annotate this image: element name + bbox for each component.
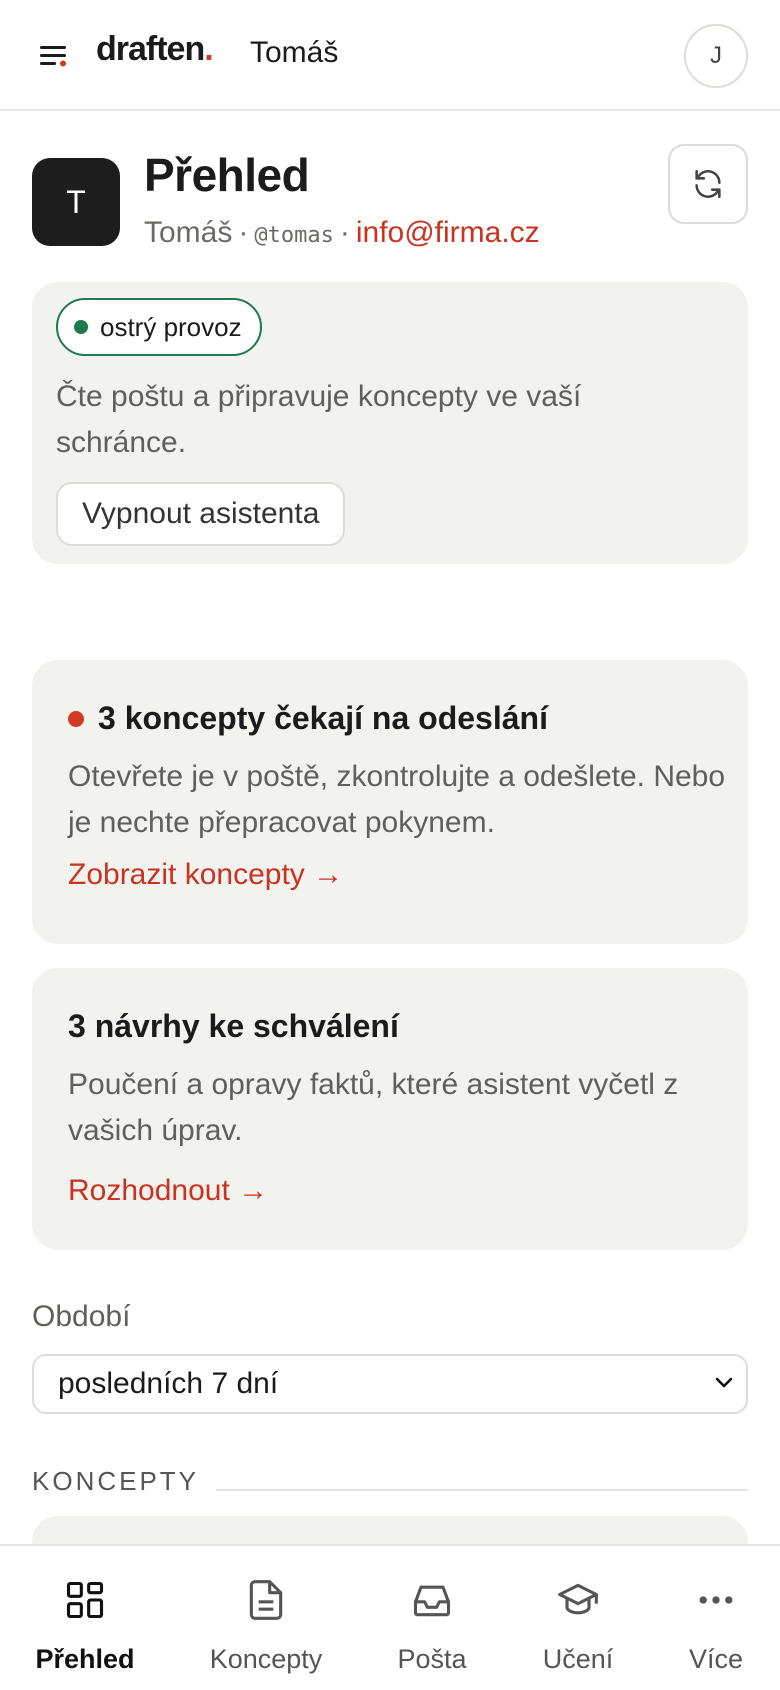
logo-dot: . (204, 30, 214, 68)
nav-label: Přehled (35, 1644, 135, 1674)
proposals-title-text: 3 návrhy ke schválení (68, 1008, 399, 1044)
separator: · (238, 216, 249, 249)
pending-drafts-card: 3 koncepty čekají na odeslání Otevřete j… (32, 660, 748, 944)
pending-drafts-title: 3 koncepty čekají na odeslání (68, 700, 548, 737)
section-divider (216, 1489, 748, 1491)
pending-drafts-description: Otevřete je v poště, zkontrolujte a odeš… (68, 760, 726, 839)
proposals-description: Poučení a opravy faktů, které asistent v… (68, 1068, 679, 1147)
period-select[interactable]: posledních 7 dní (32, 1354, 748, 1414)
inbox-icon (413, 1585, 451, 1617)
document-icon (249, 1580, 283, 1620)
nav-label: Koncepty (209, 1644, 323, 1674)
nav-item-learning[interactable]: Učení (500, 1546, 656, 1690)
profile-email[interactable]: info@firma.cz (356, 216, 540, 249)
top-bar: draften. Tomáš J (0, 0, 780, 111)
graduation-cap-icon (558, 1583, 598, 1615)
profile-handle: @tomas (254, 223, 334, 248)
assistant-description: Čte poštu a připravuje koncepty ve vaší … (56, 380, 582, 459)
bottom-navigation: Přehled Koncepty Pošta Učení Více (0, 1544, 780, 1688)
chevron-down-icon (715, 1377, 733, 1388)
period-selected-value: posledních 7 dní (58, 1367, 279, 1400)
profile-name: Tomáš (144, 216, 233, 249)
nav-item-mail[interactable]: Pošta (354, 1546, 510, 1690)
proposals-title: 3 návrhy ke schválení (68, 1008, 399, 1045)
page-title: Přehled (144, 149, 310, 201)
section-title-drafts: KONCEPTY (32, 1466, 200, 1496)
decide-link[interactable]: Rozhodnout → (68, 1174, 268, 1208)
logo[interactable]: draften. (96, 30, 214, 69)
grid-icon (66, 1581, 104, 1619)
more-dots-icon (699, 1596, 733, 1604)
alert-dot-icon (68, 710, 84, 727)
refresh-button[interactable] (668, 144, 748, 224)
pending-drafts-title-text: 3 koncepty čekají na odeslání (98, 700, 548, 736)
nav-label: Učení (542, 1644, 614, 1674)
profile-subline: Tomáš · @tomas · info@firma.cz (144, 216, 540, 250)
period-label: Období (32, 1300, 131, 1333)
menu-icon[interactable] (40, 44, 70, 68)
live-mode-badge: ostrý provoz (56, 298, 262, 356)
nav-item-more[interactable]: Více (638, 1546, 780, 1690)
status-dot-icon (74, 320, 88, 334)
nav-label: Více (688, 1644, 744, 1674)
disable-assistant-button[interactable]: Vypnout asistenta (56, 482, 346, 546)
live-mode-label: ostrý provoz (100, 311, 242, 342)
refresh-icon (695, 169, 721, 199)
show-drafts-link[interactable]: Zobrazit koncepty → (68, 858, 343, 892)
proposals-card: 3 návrhy ke schválení Poučení a opravy f… (32, 968, 748, 1250)
separator: · (339, 216, 350, 249)
nav-item-drafts[interactable]: Koncepty (188, 1546, 344, 1690)
logo-text: draften (96, 30, 205, 68)
assistant-status-card: ostrý provoz Čte poštu a připravuje konc… (32, 282, 748, 564)
nav-label: Pošta (397, 1644, 467, 1674)
workspace-user-name: Tomáš (250, 36, 339, 69)
nav-item-overview[interactable]: Přehled (7, 1546, 163, 1690)
account-avatar[interactable]: J (684, 24, 748, 88)
profile-avatar: T (32, 158, 120, 246)
